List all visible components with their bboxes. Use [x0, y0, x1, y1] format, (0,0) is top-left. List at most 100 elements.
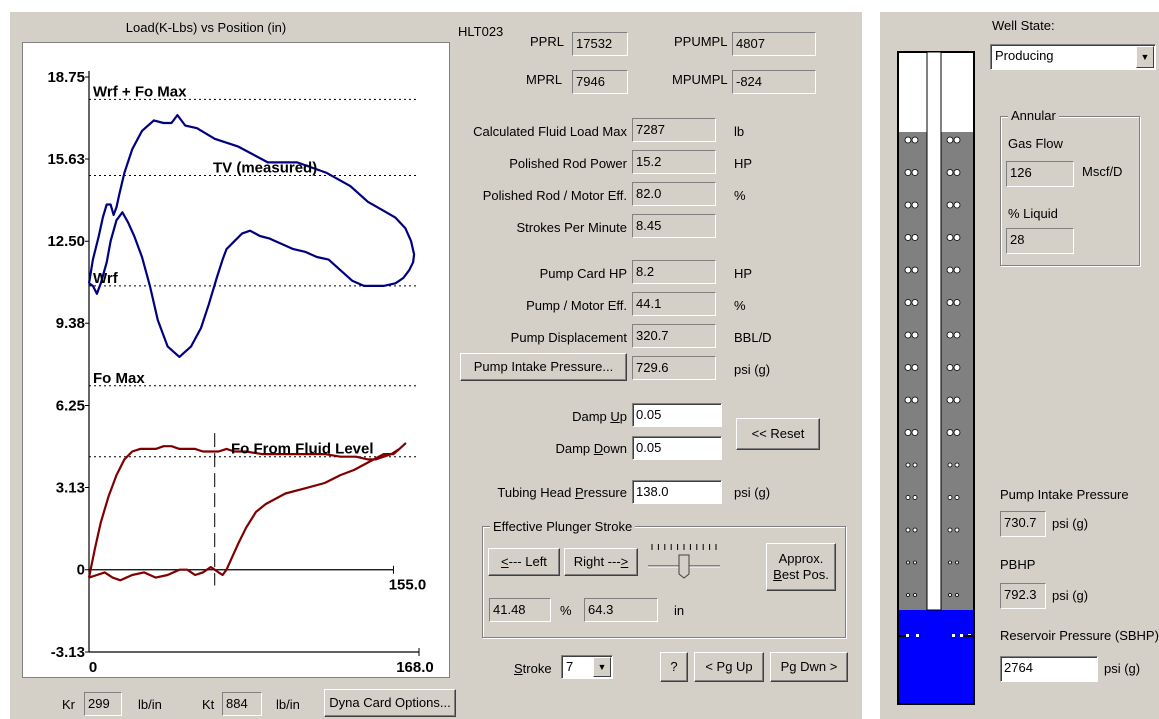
- metric-value-fluid-load-max: 7287: [632, 118, 716, 142]
- gas-bubble: [904, 331, 912, 339]
- dyna-card-options-button[interactable]: Dyna Card Options...: [324, 689, 456, 717]
- gas-bubble: [953, 396, 961, 404]
- pbhp-value: 792.3: [1000, 583, 1046, 609]
- pump-intake-pressure-button[interactable]: Pump Intake Pressure...: [460, 353, 627, 381]
- pbhp-label: PBHP: [1000, 557, 1036, 572]
- stroke-select[interactable]: 7 ▼: [561, 655, 613, 679]
- gas-bubble: [953, 429, 961, 436]
- liquid-column: [899, 610, 973, 703]
- plunger-stroke-slider[interactable]: [646, 542, 722, 582]
- kt-unit: lb/in: [276, 697, 300, 712]
- gas-bubble: [948, 593, 952, 597]
- gas-bubble: [947, 495, 953, 500]
- metric-unit-rod-motor-eff: %: [734, 188, 746, 203]
- y-tick-label: -3.13: [51, 644, 85, 661]
- x-tick-label-mid: 155.0: [389, 577, 427, 594]
- kr-label: Kr: [62, 697, 75, 712]
- chevron-down-icon[interactable]: ▼: [1136, 46, 1154, 68]
- gas-bubble: [953, 169, 961, 176]
- gas-bubble: [947, 527, 953, 533]
- gas-bubble: [953, 136, 961, 144]
- stroke-left-button[interactable]: < --- Left: [488, 548, 560, 576]
- gas-bubble: [946, 331, 954, 339]
- right-pip-label: Pump Intake Pressure: [1000, 487, 1129, 502]
- surface-card-series: [87, 113, 416, 358]
- gas-bubble: [912, 462, 918, 468]
- perforation-mark: [906, 634, 909, 637]
- gas-bubble: [911, 136, 919, 144]
- dyna-card-chart: 18.75 15.63 12.50 9.38 6.25 3.13 0 -3.13 155.0 16…: [22, 42, 450, 678]
- ppumpl-label: PPUMPL: [674, 34, 728, 49]
- stroke-label: Stroke: [514, 661, 552, 676]
- damp-up-label: Damp Up: [572, 409, 627, 424]
- metric-label-pump-displacement: Pump Displacement: [510, 330, 627, 345]
- mprl-value: 7946: [572, 70, 628, 94]
- right-pip-value: 730.7: [1000, 511, 1046, 537]
- well-id: HLT023: [458, 24, 504, 39]
- reservoir-pressure-input[interactable]: 2764: [1000, 656, 1098, 682]
- wellbore-diagram: [896, 46, 978, 710]
- y-tick-label: 12.50: [47, 233, 85, 250]
- reference-line-label: Fo Max: [93, 370, 145, 387]
- gas-bubble: [911, 266, 919, 274]
- page-down-button[interactable]: Pg Dwn >: [770, 652, 848, 682]
- tubing-head-pressure-input[interactable]: 138.0: [632, 480, 722, 504]
- gas-bubble: [946, 299, 954, 306]
- gas-bubble: [904, 429, 912, 436]
- tubing-head-pressure-unit: psi (g): [734, 485, 771, 500]
- gas-bubble: [911, 299, 919, 306]
- gas-bubble: [911, 201, 919, 209]
- tubing-head-pressure-label: Tubing Head Pressure: [497, 485, 627, 500]
- chevron-down-icon[interactable]: ▼: [593, 657, 611, 677]
- approx-best-pos-button[interactable]: Approx. Best Pos.: [766, 543, 836, 591]
- metric-label-fluid-load-max: Calculated Fluid Load Max: [473, 124, 627, 139]
- y-tick-label: 15.63: [47, 151, 85, 168]
- reset-button[interactable]: << Reset: [736, 418, 820, 450]
- damp-up-input[interactable]: 0.05: [632, 403, 722, 427]
- gas-bubble: [904, 396, 912, 404]
- gas-bubble: [954, 527, 960, 533]
- metric-value-pump-card-hp: 8.2: [632, 260, 716, 284]
- liquid-percent-label: % Liquid: [1008, 206, 1058, 221]
- perforation-mark: [960, 634, 963, 637]
- kr-value: 299: [84, 692, 122, 716]
- stroke-inches-value: 64.3: [584, 598, 658, 622]
- gas-bubble: [953, 234, 961, 241]
- page-up-button[interactable]: < Pg Up: [694, 652, 764, 682]
- mpumpl-value: -824: [732, 70, 816, 94]
- right-pip-unit: psi (g): [1052, 516, 1089, 531]
- metric-value-pump-displacement: 320.7: [632, 324, 716, 348]
- reference-line-label: Wrf + Fo Max: [93, 83, 187, 100]
- slider-thumb[interactable]: [678, 554, 690, 579]
- gas-bubble: [904, 364, 912, 371]
- plunger-stroke-slider-graphic: [648, 544, 720, 579]
- gas-bubble: [911, 364, 919, 371]
- help-button[interactable]: ?: [660, 652, 688, 682]
- gas-bubble: [913, 560, 917, 565]
- y-tick-label: 0: [77, 562, 85, 579]
- gas-bubble: [954, 495, 960, 500]
- stroke-right-button[interactable]: Right --- >: [564, 548, 638, 576]
- perforation-mark: [916, 634, 919, 637]
- pbhp-unit: psi (g): [1052, 588, 1089, 603]
- gas-bubble: [904, 136, 912, 144]
- pump-card-series: [87, 442, 407, 582]
- annular-title: Annular: [1008, 108, 1059, 123]
- stroke-percent-value: 41.48: [489, 598, 551, 622]
- metric-unit-pump-displacement: BBL/D: [734, 330, 772, 345]
- stroke-select-value: 7: [566, 659, 574, 674]
- gas-bubble: [905, 527, 911, 533]
- gas-bubble: [904, 201, 912, 209]
- well-state-select[interactable]: Producing ▼: [990, 44, 1156, 70]
- metric-unit-pump-motor-eff: %: [734, 298, 746, 313]
- pprl-value: 17532: [572, 32, 628, 56]
- gas-bubble: [955, 593, 959, 597]
- damp-down-input[interactable]: 0.05: [632, 436, 722, 460]
- metric-value-strokes-per-minute: 8.45: [632, 214, 716, 238]
- y-tick-label: 3.13: [56, 479, 85, 496]
- gas-bubble: [955, 560, 959, 565]
- reference-line-label: TV (measured): [213, 160, 317, 177]
- gas-bubble: [948, 560, 952, 565]
- x-tick-label-end: 168.0: [396, 659, 434, 676]
- reference-line-label: Fo From Fluid Level: [231, 441, 374, 458]
